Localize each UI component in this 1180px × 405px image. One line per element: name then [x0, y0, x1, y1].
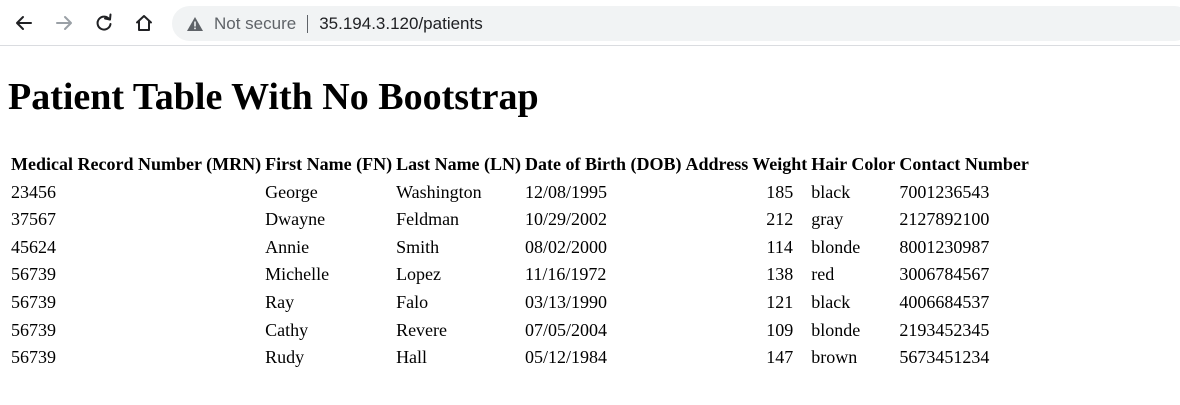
cell-dob: 05/12/1984 — [525, 347, 608, 368]
cell-address — [685, 318, 750, 344]
cell-weight: 121 — [766, 291, 794, 312]
cell-weight: 138 — [766, 264, 794, 285]
forward-button[interactable] — [48, 7, 80, 39]
table-row: 56739 Rudy Hall 05/12/1984 147 brown 567… — [10, 345, 1030, 371]
address-bar[interactable]: Not secure 35.194.3.120/patients — [172, 6, 1180, 41]
cell-contact-number: 8001230987 — [899, 236, 990, 257]
cell-dob: 11/16/1972 — [525, 264, 607, 285]
column-header-mrn: Medical Record Number (MRN) — [11, 154, 262, 174]
cell-last-name: Revere — [396, 319, 448, 340]
column-header-weight: Weight — [752, 154, 808, 174]
cell-hair-color: blonde — [811, 236, 861, 257]
column-header-address: Address — [685, 154, 749, 174]
cell-mrn: 56739 — [11, 347, 56, 368]
cell-dob: 03/13/1990 — [525, 291, 608, 312]
cell-last-name: Feldman — [396, 209, 460, 230]
cell-mrn: 56739 — [11, 264, 56, 285]
cell-hair-color: blonde — [811, 319, 861, 340]
cell-address — [685, 207, 750, 233]
warning-triangle-icon[interactable] — [186, 15, 204, 33]
cell-dob: 08/02/2000 — [525, 236, 608, 257]
home-icon — [136, 15, 152, 31]
back-button[interactable] — [8, 7, 40, 39]
cell-first-name: Rudy — [265, 347, 305, 368]
cell-address — [685, 290, 750, 316]
cell-last-name: Lopez — [396, 264, 442, 285]
cell-contact-number: 4006684537 — [899, 291, 990, 312]
cell-last-name: Washington — [396, 181, 482, 202]
cell-mrn: 56739 — [11, 319, 56, 340]
cell-hair-color: red — [811, 264, 835, 285]
cell-weight: 185 — [766, 181, 794, 202]
table-row: 45624 Annie Smith 08/02/2000 114 blonde … — [10, 235, 1030, 261]
cell-last-name: Falo — [396, 291, 429, 312]
cell-hair-color: brown — [811, 347, 858, 368]
column-header-hair-color: Hair Color — [811, 154, 896, 174]
cell-first-name: Dwayne — [265, 209, 326, 230]
column-header-dob: Date of Birth (DOB) — [525, 154, 682, 174]
arrow-right-icon — [56, 16, 72, 30]
table-header-row: Medical Record Number (MRN) First Name (… — [10, 152, 1030, 178]
table-row: 56739 Cathy Revere 07/05/2004 109 blonde… — [10, 318, 1030, 344]
cell-first-name: Annie — [265, 236, 310, 257]
cell-address — [685, 235, 750, 261]
cell-first-name: Michelle — [265, 264, 330, 285]
address-separator — [307, 14, 309, 33]
cell-first-name: Ray — [265, 291, 295, 312]
cell-hair-color: black — [811, 181, 851, 202]
table-row: 56739 Ray Falo 03/13/1990 121 black 4006… — [10, 290, 1030, 316]
home-button[interactable] — [128, 7, 160, 39]
table-row: 23456 George Washington 12/08/1995 185 b… — [10, 180, 1030, 206]
cell-hair-color: black — [811, 291, 851, 312]
cell-dob: 12/08/1995 — [525, 181, 608, 202]
table-row: 37567 Dwayne Feldman 10/29/2002 212 gray… — [10, 207, 1030, 233]
reload-button[interactable] — [88, 7, 120, 39]
security-status-label[interactable]: Not secure — [214, 14, 296, 34]
cell-last-name: Smith — [396, 236, 440, 257]
cell-hair-color: gray — [811, 209, 844, 230]
cell-address — [685, 262, 750, 288]
cell-contact-number: 3006784567 — [899, 264, 990, 285]
cell-mrn: 23456 — [11, 181, 56, 202]
cell-dob: 07/05/2004 — [525, 319, 608, 340]
cell-contact-number: 2193452345 — [899, 319, 990, 340]
column-header-last-name: Last Name (LN) — [396, 154, 522, 174]
browser-toolbar: Not secure 35.194.3.120/patients — [0, 0, 1180, 46]
cell-weight: 212 — [766, 209, 794, 230]
cell-mrn: 37567 — [11, 209, 56, 230]
cell-first-name: Cathy — [265, 319, 309, 340]
column-header-first-name: First Name (FN) — [265, 154, 393, 174]
cell-weight: 147 — [766, 347, 794, 368]
cell-weight: 109 — [766, 319, 794, 340]
cell-first-name: George — [265, 181, 318, 202]
reload-icon — [96, 13, 112, 31]
cell-dob: 10/29/2002 — [525, 209, 608, 230]
cell-address — [685, 345, 750, 371]
cell-mrn: 45624 — [11, 236, 56, 257]
cell-contact-number: 5673451234 — [899, 347, 990, 368]
cell-address — [685, 180, 750, 206]
page-title: Patient Table With No Bootstrap — [8, 76, 539, 118]
cell-last-name: Hall — [396, 347, 428, 368]
column-header-contact-number: Contact Number — [899, 154, 1029, 174]
arrow-left-icon — [16, 16, 32, 30]
url-text[interactable]: 35.194.3.120/patients — [319, 14, 483, 34]
cell-mrn: 56739 — [11, 291, 56, 312]
cell-contact-number: 2127892100 — [899, 209, 990, 230]
cell-weight: 114 — [766, 236, 793, 257]
table-row: 56739 Michelle Lopez 11/16/1972 138 red … — [10, 262, 1030, 288]
patient-table: Medical Record Number (MRN) First Name (… — [8, 150, 1032, 373]
cell-contact-number: 7001236543 — [899, 181, 990, 202]
